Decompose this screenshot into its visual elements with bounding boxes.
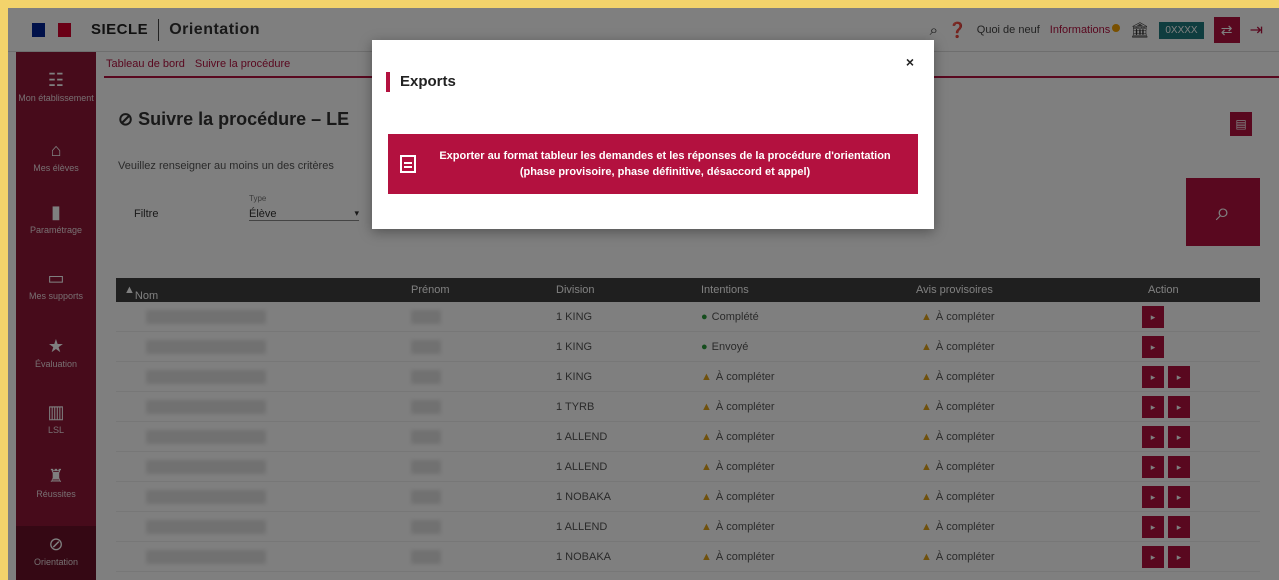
close-icon[interactable]: × — [906, 54, 914, 70]
app-window: SIECLE Orientation ⌕ ❓ Quoi de neuf Info… — [8, 8, 1279, 580]
exports-modal: Exports × Exporter au format tableur les… — [372, 40, 934, 229]
modal-title: Exports — [386, 72, 456, 92]
export-spreadsheet-button[interactable]: Exporter au format tableur les demandes … — [388, 134, 918, 194]
export-button-label: Exporter au format tableur les demandes … — [439, 150, 891, 178]
document-icon — [400, 155, 416, 173]
